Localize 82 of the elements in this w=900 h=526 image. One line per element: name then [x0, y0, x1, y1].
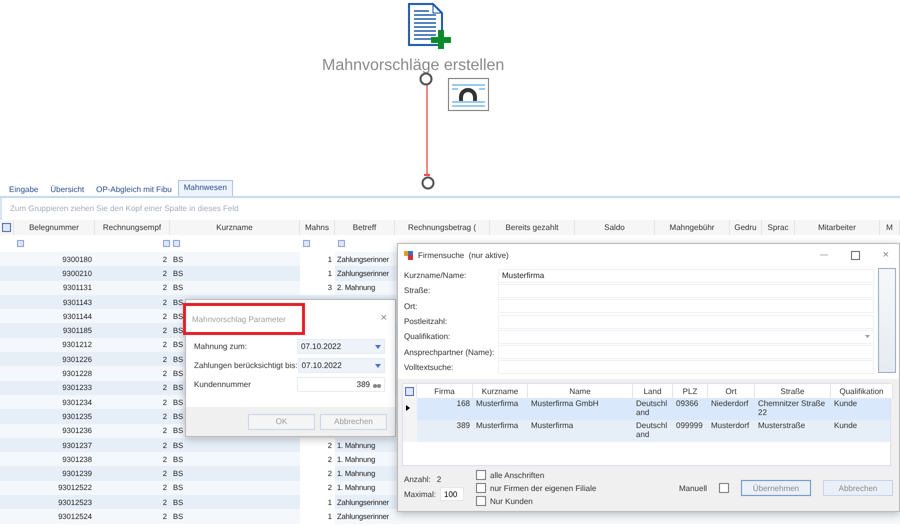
count-label: Anzahl:: [404, 475, 431, 484]
action-label: Mahnvorschläge erstellen: [322, 57, 504, 75]
connector-handle[interactable]: [419, 72, 433, 86]
tab[interactable]: Eingabe: [3, 182, 44, 196]
lookup-field[interactable]: 389: [297, 377, 385, 392]
field-label: Mahnung zum:: [194, 342, 247, 351]
tab[interactable]: Übersicht: [44, 182, 90, 196]
table-cell-text: Deutschland: [635, 420, 668, 441]
document-add-icon[interactable]: [408, 3, 452, 49]
table-cell-text: Musterfirma: [475, 420, 520, 432]
window-title: Firmensuche (nur aktive): [418, 250, 510, 260]
close-button[interactable]: ×: [380, 312, 387, 324]
column-header[interactable]: Kurzname: [170, 220, 300, 235]
table-cell-text: Musterstraße: [757, 420, 806, 432]
table-cell-text: Niederdorf: [710, 398, 750, 410]
table-cell-text: 09366: [675, 398, 700, 410]
column-header[interactable]: Rechnungsbetrag (: [395, 220, 490, 235]
field-label: Postleitzahl:: [404, 317, 448, 326]
column-header[interactable]: Belegnummer: [14, 220, 95, 235]
binoculars-icon: [373, 382, 381, 388]
column-header[interactable]: Mahngebühr: [655, 220, 730, 235]
max-input[interactable]: 100: [440, 487, 464, 502]
field-label: Straße:: [404, 286, 432, 296]
wrap-text-icon[interactable]: [448, 78, 489, 111]
table-cell-text: 389: [456, 420, 471, 432]
checkbox[interactable]: [476, 470, 486, 480]
table-cell-text: 168: [456, 398, 471, 410]
dropdown-field[interactable]: [498, 330, 874, 344]
filter-icon[interactable]: [338, 240, 345, 247]
tab[interactable]: OP-Abgleich mit Fibu: [90, 182, 178, 196]
field-label: Zahlungen berücksichtigt bis:: [194, 361, 298, 370]
column-header[interactable]: Sprac: [762, 220, 795, 235]
field-label: Qualifikation:: [404, 332, 452, 342]
column-header[interactable]: Rechnungsempf: [95, 220, 170, 235]
table-cell-text: Musterfirma: [530, 420, 574, 432]
column-chooser[interactable]: [0, 220, 14, 235]
table-cell-text: Kunde: [833, 398, 858, 410]
dialog-title: Mahnvorschlag Parameter: [192, 314, 286, 324]
column-header[interactable]: Gedru: [730, 220, 762, 235]
field-label: Volltextsuche:: [404, 362, 454, 372]
column-header[interactable]: Mitarbeiter: [795, 220, 880, 235]
date-dropdown[interactable]: 07.10.2022: [297, 339, 385, 354]
row-pointer-icon: [406, 405, 410, 412]
filter-icon[interactable]: [303, 240, 310, 247]
column-header[interactable]: Bereits gezahlt: [490, 220, 575, 235]
table-cell-text: Kunde: [833, 420, 858, 432]
checkbox[interactable]: [476, 496, 486, 506]
column-header[interactable]: Saldo: [575, 220, 655, 235]
option-label: Nur Kunden: [490, 496, 533, 506]
manual-label: Manuell: [678, 484, 707, 493]
field-label: Ansprechpartner (Name):: [404, 348, 496, 357]
window-icon: [404, 250, 413, 260]
column-header[interactable]: Betreff: [335, 220, 395, 235]
maximize-icon[interactable]: [850, 250, 860, 260]
max-label: Maximal:: [404, 490, 436, 499]
table-cell-text: Musterfirma: [475, 398, 520, 410]
table-cell-text: Deutschland: [635, 398, 668, 419]
checkbox[interactable]: [719, 483, 729, 494]
field-label: Kurzname/Name:: [404, 271, 468, 280]
column-header[interactable]: M: [880, 220, 900, 235]
result-row[interactable]: 168 Musterfirma Musterfirma GmbH Deutschland 09366 Niederdorf Chemnitzer Straße 22 Kunde: [403, 398, 890, 420]
connector-handle[interactable]: [421, 176, 435, 190]
table-cell-text: Chemnitzer Straße 22: [757, 398, 826, 419]
count-value: 2: [436, 475, 442, 484]
field-label: Ort:: [404, 302, 418, 311]
column-chooser[interactable]: [403, 384, 417, 398]
date-dropdown[interactable]: 07.10.2022: [298, 358, 385, 373]
tab[interactable]: Mahnwesen: [178, 180, 233, 196]
result-row[interactable]: 389 Musterfirma Musterfirma Deutschland 099999 Musterdorf Musterstraße Kunde: [403, 420, 890, 442]
checkbox[interactable]: [476, 483, 486, 494]
caret-icon: [375, 344, 381, 348]
input-field[interactable]: Musterfirma: [498, 268, 874, 283]
field-label: Kundennummer: [194, 380, 251, 389]
column-header[interactable]: Mahns: [300, 220, 335, 235]
table-cell-text: Musterdorf: [710, 420, 750, 432]
table-cell-text: 099999: [675, 420, 704, 432]
filter-icon[interactable]: [17, 240, 24, 247]
option-label: alle Anschriften: [490, 470, 544, 480]
close-button[interactable]: ×: [882, 249, 889, 262]
scroll-bar[interactable]: [878, 268, 896, 374]
option-label: nur Firmen der eigenen Filiale: [490, 484, 596, 493]
table-cell-text: Musterfirma GmbH: [530, 398, 600, 410]
